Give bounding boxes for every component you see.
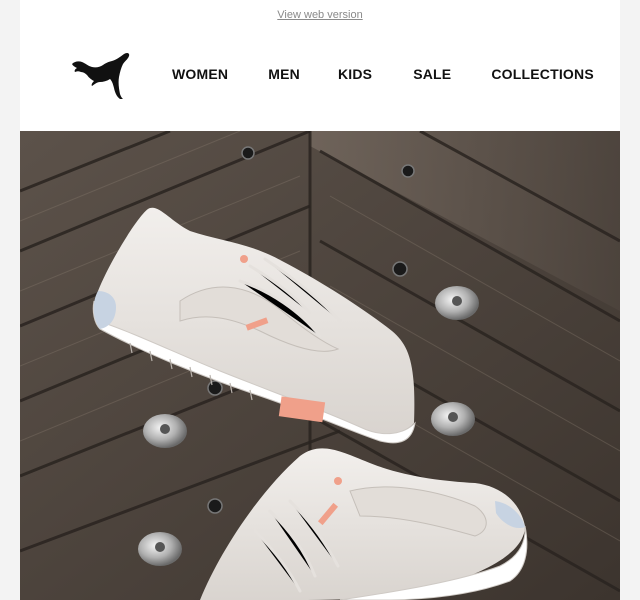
puma-logo[interactable] [70, 50, 132, 100]
sneaker-photo [20, 131, 620, 600]
puma-cat-icon [72, 52, 130, 99]
email-container: View web version WOMEN MEN KIDS SALE COL… [20, 0, 620, 600]
nav-sale[interactable]: SALE [413, 66, 451, 82]
header: WOMEN MEN KIDS SALE COLLECTIONS [20, 40, 620, 110]
view-web-version-link[interactable]: View web version [20, 9, 620, 21]
nav-kids[interactable]: KIDS [338, 66, 372, 82]
nav-men[interactable]: MEN [268, 66, 300, 82]
nav-women[interactable]: WOMEN [172, 66, 228, 82]
hero-image[interactable] [20, 131, 620, 600]
nav-collections[interactable]: COLLECTIONS [491, 66, 594, 82]
main-nav: WOMEN MEN KIDS SALE COLLECTIONS [172, 66, 594, 82]
